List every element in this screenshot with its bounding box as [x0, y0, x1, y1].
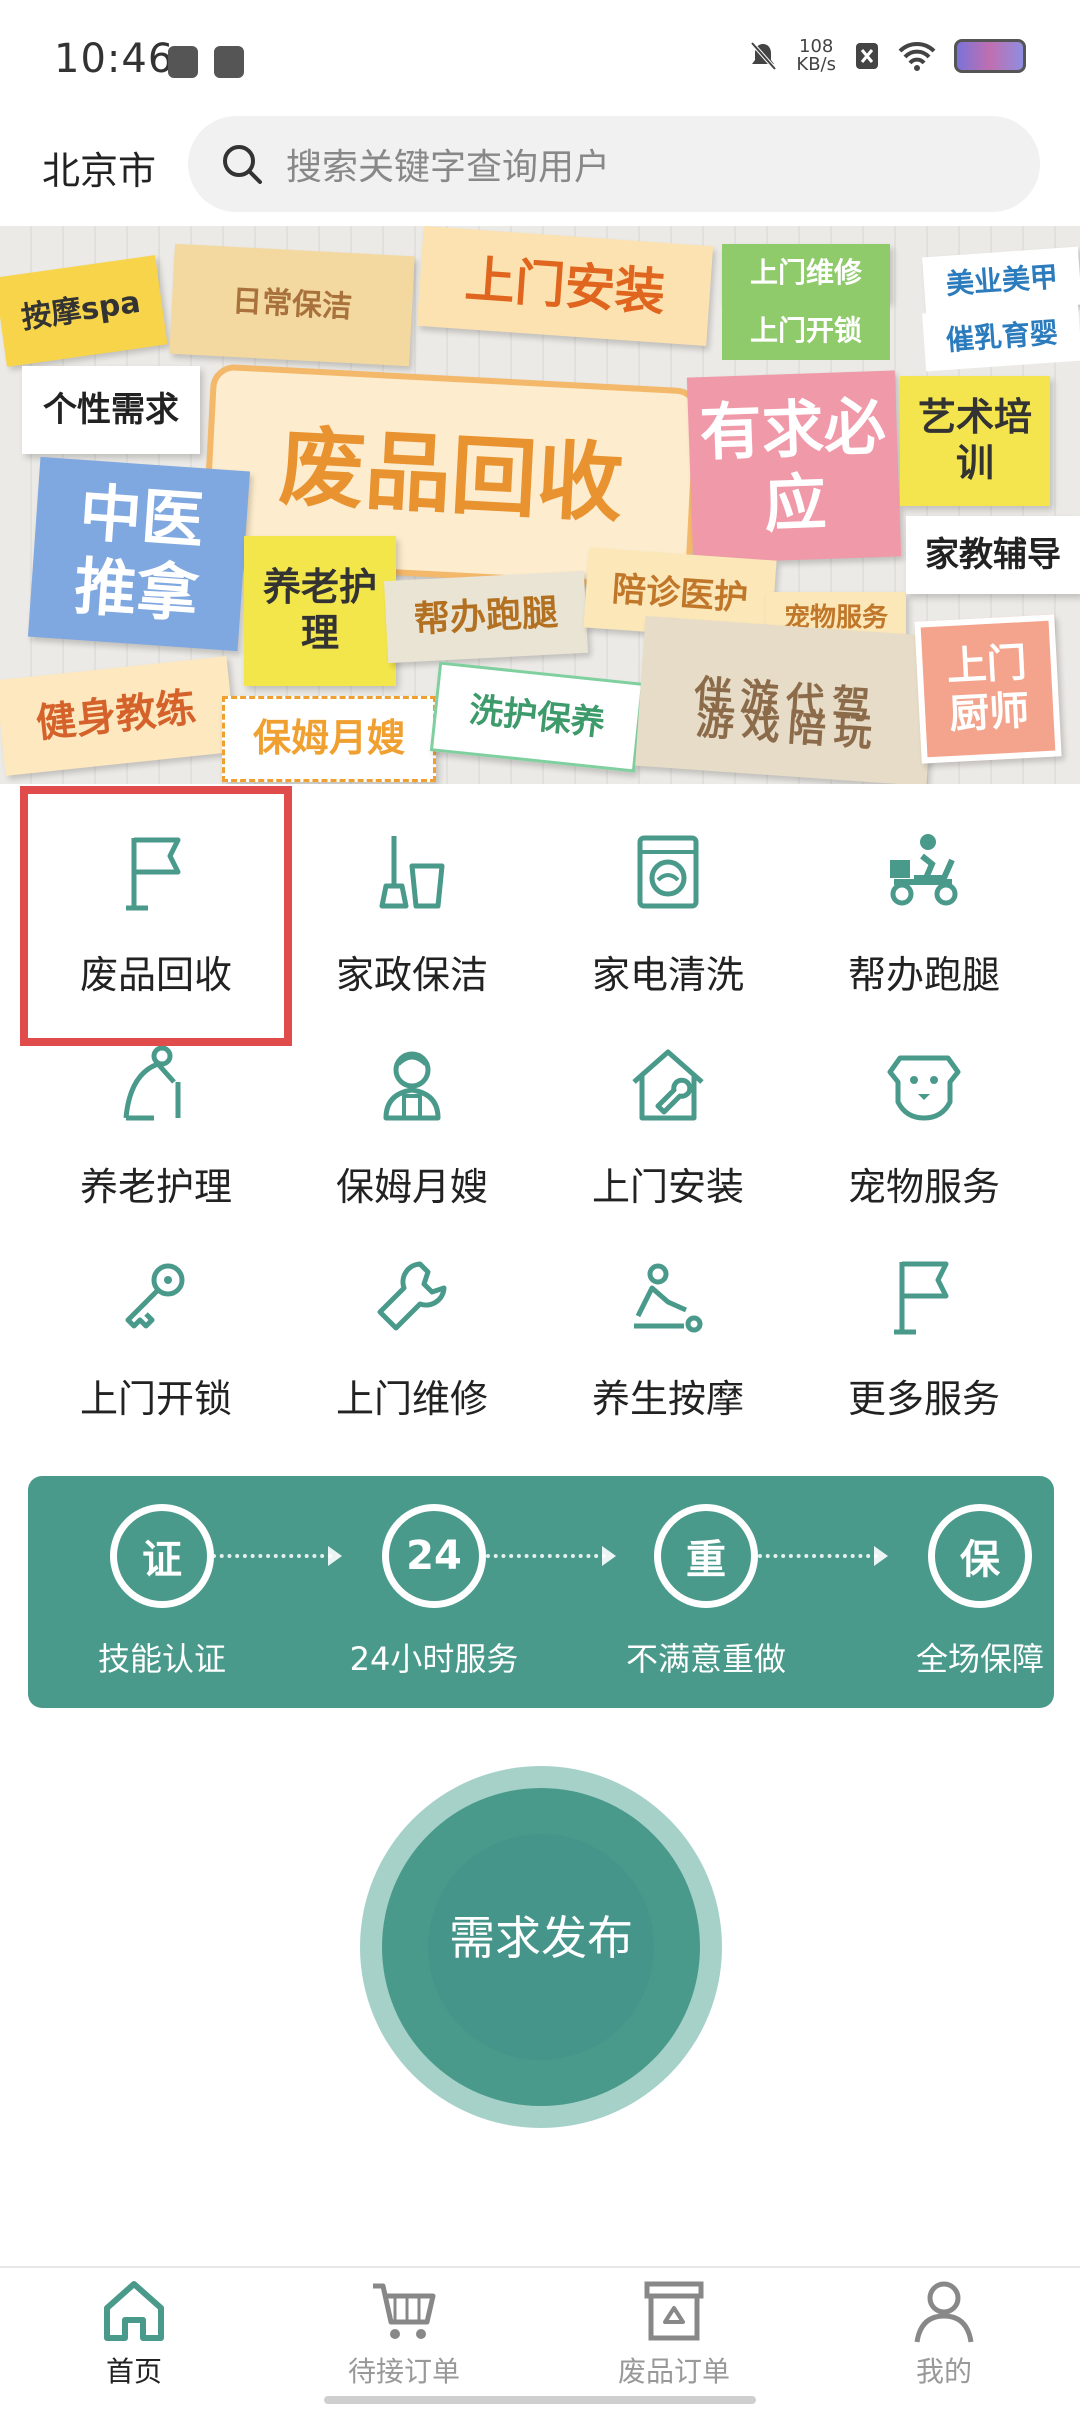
service-item-massage[interactable]: 养生按摩 [540, 1220, 796, 1421]
arrow-icon [212, 1546, 342, 1566]
banner-note: 洗护保养 [429, 661, 645, 773]
banner-note: 上门厨师 [914, 614, 1062, 764]
tab-recycling-orders[interactable]: 废品订单 [574, 2276, 774, 2390]
banner-note: 帮办跑腿 [383, 570, 589, 664]
elder-cane-icon [123, 1045, 181, 1121]
search-icon [223, 145, 262, 184]
tab-profile[interactable]: 我的 [844, 2276, 1044, 2390]
delivery-scooter-icon [890, 834, 958, 906]
service-item-lock[interactable]: 上门开锁 [28, 1220, 284, 1421]
app-notification-icon [214, 46, 244, 78]
cart-icon [373, 2283, 436, 2339]
banner-note: 中医推拿 [27, 456, 251, 652]
sim-off-icon [856, 43, 878, 69]
key-icon [125, 1263, 185, 1329]
banner-note: 家教辅导 [906, 516, 1080, 594]
home-indicator[interactable] [324, 2396, 756, 2404]
banner-note: 上门维修 [722, 244, 890, 302]
service-item-errands[interactable]: 帮办跑腿 [796, 796, 1052, 997]
search-bar[interactable]: 搜索关键字查询用户 [188, 116, 1040, 212]
guarantee-strip: 证 技能认证 24 24小时服务 重 不满意重做 保 全场保障 [28, 1476, 1054, 1708]
broom-bucket-icon [379, 836, 445, 909]
selection-highlight [20, 786, 292, 1046]
tab-home[interactable]: 首页 [34, 2276, 234, 2390]
banner-note: 保姆月嫂 [222, 696, 436, 782]
publish-request-button[interactable]: 需求发布 [360, 1766, 722, 2128]
guarantee-redo: 重 不满意重做 [606, 1504, 806, 1680]
header: 北京市 搜索关键字查询用户 [0, 112, 1080, 220]
service-item-housekeeping[interactable]: 家政保洁 [284, 796, 540, 997]
notification-icons [168, 46, 244, 78]
nanny-icon [383, 1051, 441, 1121]
guarantee-badge: 证 [110, 1504, 214, 1608]
network-speed: 108 KB/s [796, 36, 836, 75]
city-selector[interactable]: 北京市 [42, 140, 156, 195]
guarantee-badge: 保 [928, 1504, 1032, 1608]
banner-note: 按摩spa [0, 255, 168, 367]
tab-pending-orders[interactable]: 待接订单 [304, 2276, 504, 2390]
banner-note: 健身教练 [0, 656, 237, 776]
flag-icon [894, 1261, 949, 1335]
wifi-icon [898, 41, 936, 71]
banner-note: 催乳育婴 [922, 302, 1080, 372]
massage-icon [634, 1263, 703, 1333]
search-placeholder: 搜索关键字查询用户 [286, 147, 611, 188]
clock: 10:46 [54, 36, 175, 82]
guarantee-badge: 24 [382, 1504, 486, 1608]
arrow-icon [486, 1546, 616, 1566]
recycle-bin-icon [644, 2281, 704, 2341]
service-item-installation[interactable]: 上门安装 [540, 1008, 796, 1209]
home-icon [104, 2281, 164, 2341]
service-item-appliance-cleaning[interactable]: 家电清洗 [540, 796, 796, 997]
arrow-icon [758, 1546, 888, 1566]
calendar-icon [168, 46, 198, 78]
washing-machine-icon [637, 835, 699, 909]
banner-note: 上门开锁 [722, 302, 890, 360]
dog-icon [887, 1055, 961, 1121]
banner-note: 日常保洁 [169, 243, 415, 367]
house-wrench-icon [632, 1049, 704, 1121]
status-right: 108 KB/s [748, 38, 1026, 74]
publish-label: 需求发布 [449, 1911, 633, 1965]
bottom-nav: 首页 待接订单 废品订单 我的 [0, 2266, 1080, 2410]
banner-note: 艺术培训 [900, 376, 1050, 506]
promo-banner[interactable]: 按摩spa 日常保洁 上门安装 上门维修 上门开锁 美业美甲 催乳育婴 个性需求… [0, 226, 1080, 784]
guarantee-24h: 24 24小时服务 [334, 1504, 534, 1680]
service-item-more[interactable]: 更多服务 [796, 1220, 1052, 1421]
battery-icon [954, 39, 1026, 73]
banner-note: 养老护理 [244, 536, 396, 686]
user-icon [914, 2281, 974, 2343]
wrench-icon [377, 1261, 447, 1331]
service-item-repair[interactable]: 上门维修 [284, 1220, 540, 1421]
service-item-nanny[interactable]: 保姆月嫂 [284, 1008, 540, 1209]
service-item-pet[interactable]: 宠物服务 [796, 1008, 1052, 1209]
guarantee-protection: 保 全场保障 [880, 1504, 1080, 1680]
banner-note: 有求必应 [686, 370, 902, 564]
banner-note: 个性需求 [22, 366, 200, 454]
guarantee-certified: 证 技能认证 [62, 1504, 262, 1680]
guarantee-badge: 重 [654, 1504, 758, 1608]
status-bar: 10:46 108 KB/s [0, 0, 1080, 110]
mute-bell-icon [750, 41, 777, 71]
banner-note: 上门安装 [416, 226, 714, 346]
